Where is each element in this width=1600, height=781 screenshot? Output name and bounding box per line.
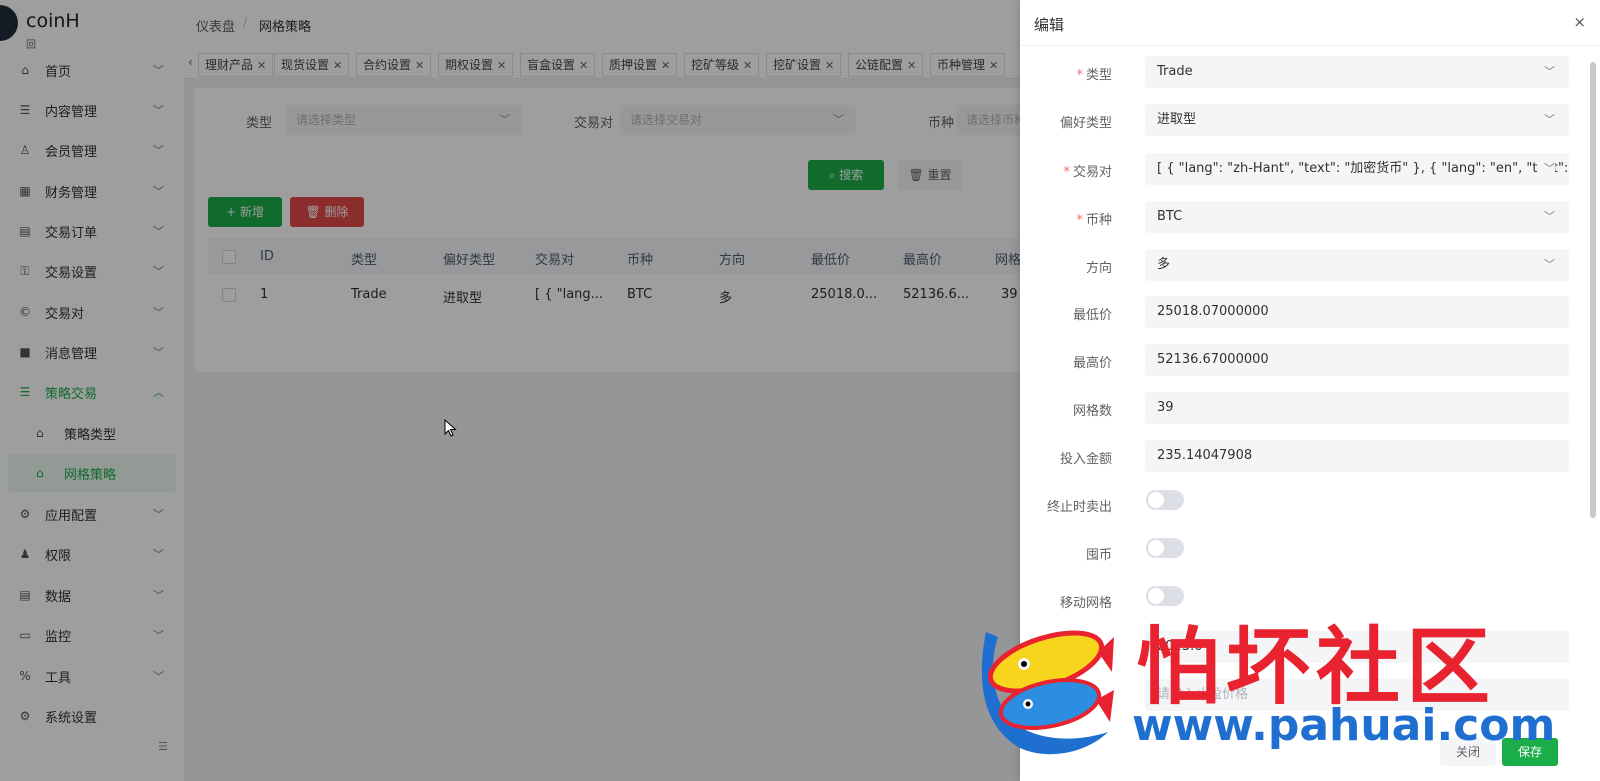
hoard-switch[interactable] bbox=[1146, 538, 1184, 558]
pair-select[interactable]: [ { "lang": "zh-Hant", "text": "加密货币" },… bbox=[1145, 153, 1569, 185]
field-pair-label: * 交易对 bbox=[1063, 165, 1112, 180]
close-icon[interactable]: × bbox=[1573, 13, 1586, 31]
direction-select[interactable]: 多 ﹀ bbox=[1145, 249, 1569, 281]
chevron-down-icon: ﹀ bbox=[1538, 249, 1555, 281]
chevron-down-icon: ﹀ bbox=[1538, 56, 1555, 88]
divider bbox=[1020, 45, 1600, 46]
field-hoard-label: 囤币 bbox=[1085, 548, 1112, 563]
amount-input[interactable]: 235.14047908 bbox=[1145, 440, 1569, 472]
grid-count-input[interactable]: 39 bbox=[1145, 392, 1569, 424]
field-coin-label: * 币种 bbox=[1076, 213, 1112, 228]
field-amount-label: 投入金额 bbox=[1059, 452, 1112, 467]
min-price-input[interactable]: 25018.07000000 bbox=[1145, 296, 1569, 328]
chevron-down-icon: ﹀ bbox=[1538, 153, 1555, 185]
field-move-grid-label: 移动网格 bbox=[1059, 596, 1112, 611]
field-direction-label: 方向 bbox=[1085, 261, 1112, 276]
field-min-price-label: 最低价 bbox=[1072, 308, 1112, 323]
type-select[interactable]: Trade ﹀ bbox=[1145, 56, 1569, 88]
field-grid-count-label: 网格数 bbox=[1072, 404, 1112, 419]
coin-select[interactable]: BTC ﹀ bbox=[1145, 201, 1569, 233]
sell-on-stop-switch[interactable] bbox=[1146, 490, 1184, 510]
modal-overlay[interactable] bbox=[0, 0, 1020, 781]
drawer-title: 编辑 bbox=[1034, 16, 1065, 34]
drawer-scrollbar[interactable] bbox=[1590, 62, 1596, 518]
chevron-down-icon: ﹀ bbox=[1538, 104, 1555, 136]
max-price-input[interactable]: 52136.67000000 bbox=[1145, 344, 1569, 376]
preference-select[interactable]: 进取型 ﹀ bbox=[1145, 104, 1569, 136]
field-max-price-label: 最高价 bbox=[1072, 356, 1112, 371]
watermark-fish-logo bbox=[981, 630, 1114, 755]
chevron-down-icon: ﹀ bbox=[1538, 201, 1555, 233]
watermark-url: www.pahuai.com bbox=[1132, 700, 1556, 751]
field-preference-label: 偏好类型 bbox=[1059, 116, 1112, 131]
mouse-cursor-icon bbox=[444, 419, 457, 437]
field-type-label: * 类型 bbox=[1076, 68, 1112, 83]
field-sell-on-stop-label: 终止时卖出 bbox=[1046, 500, 1112, 515]
